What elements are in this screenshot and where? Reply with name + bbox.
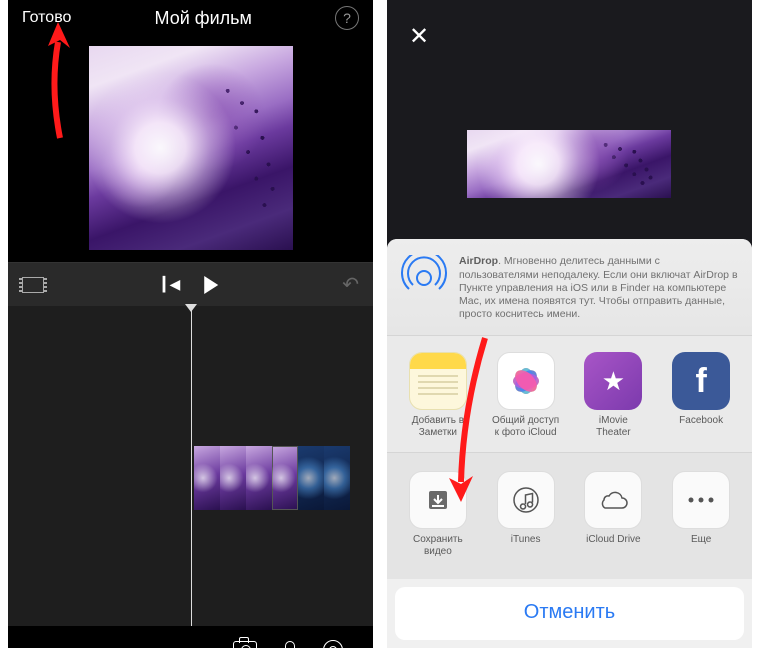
airdrop-icon bbox=[401, 255, 447, 301]
facebook-icon: f bbox=[672, 352, 730, 410]
airdrop-section[interactable]: AirDrop. Мгновенно делитесь данными с по… bbox=[387, 239, 752, 335]
airdrop-description: AirDrop. Мгновенно делитесь данными с по… bbox=[459, 255, 738, 321]
cancel-button[interactable]: Отменить bbox=[395, 587, 744, 640]
video-preview[interactable] bbox=[89, 46, 293, 250]
action-itunes[interactable]: iTunes bbox=[487, 471, 565, 557]
project-title: Мой фильм bbox=[155, 8, 252, 29]
done-button[interactable]: Готово bbox=[22, 9, 71, 27]
imovie-theater-icon: ★ bbox=[584, 352, 642, 410]
skip-back-icon[interactable]: ▎◀ bbox=[163, 276, 177, 293]
top-bar: Готово Мой фильм ? bbox=[8, 0, 373, 36]
undo-icon[interactable]: ↶ bbox=[342, 272, 359, 297]
playback-controls: ▎◀ ↶ bbox=[8, 262, 373, 306]
share-icloud-photos[interactable]: Общий доступ к фото iCloud bbox=[487, 352, 565, 438]
icloud-icon bbox=[584, 471, 642, 529]
microphone-icon[interactable] bbox=[285, 641, 295, 648]
save-video-icon bbox=[409, 471, 467, 529]
imovie-editor-screen: Готово Мой фильм ? ▎◀ ↶ bbox=[8, 0, 373, 648]
timeline[interactable] bbox=[8, 306, 373, 626]
share-sheet-screen: ✕ AirDrop. Мгновенно делитесь данными с … bbox=[387, 0, 752, 648]
timeline-clips[interactable] bbox=[194, 446, 350, 510]
share-notes[interactable]: Добавить в Заметки bbox=[399, 352, 477, 438]
action-more[interactable]: Еще bbox=[662, 471, 740, 557]
camera-icon[interactable] bbox=[233, 641, 257, 648]
media-library-icon[interactable] bbox=[22, 277, 44, 293]
action-save-video[interactable]: Сохранить видео bbox=[399, 471, 477, 557]
help-icon[interactable]: ? bbox=[335, 6, 359, 30]
more-icon bbox=[672, 471, 730, 529]
photos-icon bbox=[497, 352, 555, 410]
close-icon[interactable]: ✕ bbox=[409, 22, 429, 51]
play-icon[interactable] bbox=[204, 276, 218, 294]
share-sheet: AirDrop. Мгновенно делитесь данными с по… bbox=[387, 239, 752, 648]
share-imovie-theater[interactable]: ★ iMovie Theater bbox=[575, 352, 653, 438]
app-share-row: Добавить в Заметки bbox=[387, 336, 752, 452]
share-facebook[interactable]: f Facebook bbox=[662, 352, 740, 438]
action-row: Сохранить видео iTunes iCloud Drive Еще bbox=[387, 453, 752, 579]
background-thumbnail bbox=[467, 130, 671, 198]
bottom-toolbar bbox=[8, 626, 373, 648]
settings-icon[interactable] bbox=[323, 640, 343, 648]
itunes-icon bbox=[497, 471, 555, 529]
action-icloud-drive[interactable]: iCloud Drive bbox=[575, 471, 653, 557]
preview-area bbox=[8, 36, 373, 262]
notes-icon bbox=[409, 352, 467, 410]
